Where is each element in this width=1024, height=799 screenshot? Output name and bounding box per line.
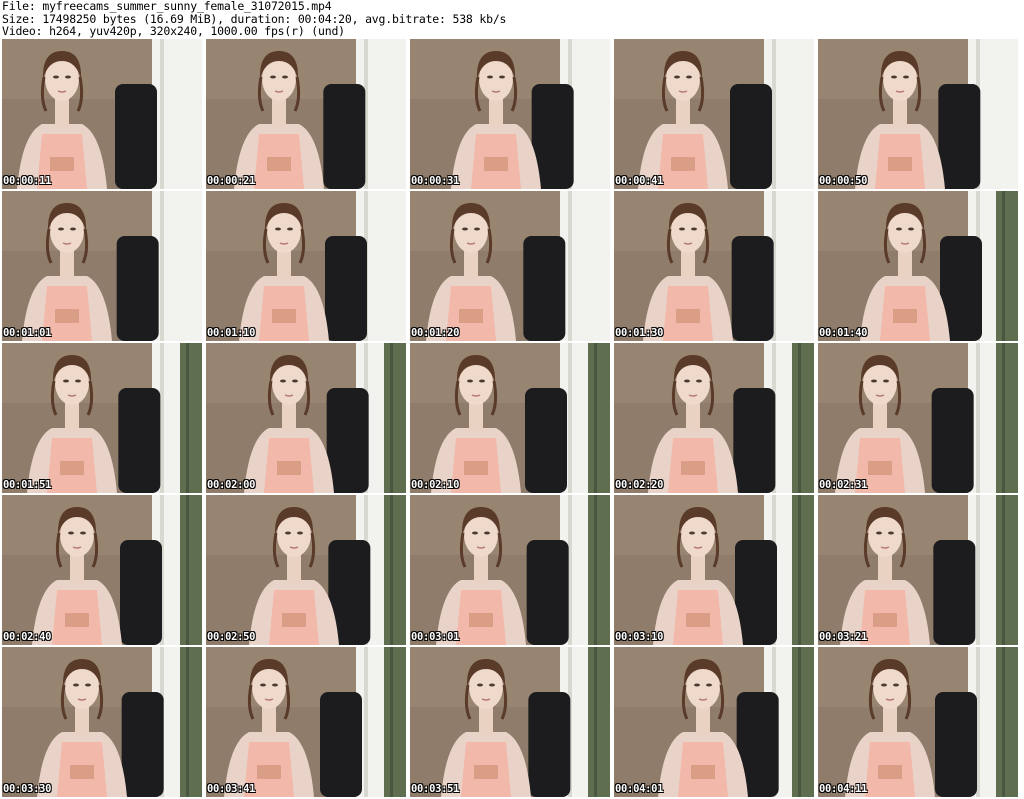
frame-image	[614, 343, 814, 493]
frame-image	[206, 495, 406, 645]
video-thumbnail: 00:01:51	[2, 343, 202, 493]
thumbnail-timestamp: 00:00:11	[3, 175, 52, 187]
thumbnail-timestamp: 00:02:50	[207, 631, 256, 643]
file-info-header: File: myfreecams_summer_sunny_female_310…	[2, 0, 1022, 38]
file-name-line: File: myfreecams_summer_sunny_female_310…	[2, 0, 332, 13]
frame-image	[2, 191, 202, 341]
video-thumbnail: 00:01:20	[410, 191, 610, 341]
thumbnail-timestamp: 00:03:21	[819, 631, 868, 643]
video-thumbnail: 00:01:01	[2, 191, 202, 341]
thumbnail-timestamp: 00:01:40	[819, 327, 868, 339]
thumbnail-timestamp: 00:03:41	[207, 783, 256, 795]
frame-image	[2, 495, 202, 645]
thumbnail-timestamp: 00:02:20	[615, 479, 664, 491]
frame-image	[206, 191, 406, 341]
video-thumbnail: 00:01:30	[614, 191, 814, 341]
thumbnail-timestamp: 00:00:50	[819, 175, 868, 187]
video-thumbnail: 00:00:11	[2, 39, 202, 189]
thumbnail-timestamp: 00:04:01	[615, 783, 664, 795]
thumbnail-timestamp: 00:02:00	[207, 479, 256, 491]
video-thumbnail: 00:03:21	[818, 495, 1018, 645]
thumbnail-timestamp: 00:00:21	[207, 175, 256, 187]
thumbnail-grid: 00:00:11 00:00:21 00:00:31 00:00:41 00:00:50…	[2, 39, 1022, 798]
frame-image	[2, 343, 202, 493]
thumbnail-timestamp: 00:02:31	[819, 479, 868, 491]
thumbnail-timestamp: 00:04:11	[819, 783, 868, 795]
frame-image	[410, 39, 610, 189]
thumbnail-timestamp: 00:01:10	[207, 327, 256, 339]
frame-image	[614, 191, 814, 341]
video-info-line: Video: h264, yuv420p, 320x240, 1000.00 f…	[2, 24, 345, 38]
frame-image	[2, 647, 202, 797]
thumbnail-timestamp: 00:01:51	[3, 479, 52, 491]
thumbnail-timestamp: 00:02:10	[411, 479, 460, 491]
video-thumbnail: 00:02:20	[614, 343, 814, 493]
thumbnail-timestamp: 00:03:01	[411, 631, 460, 643]
video-thumbnail: 00:03:51	[410, 647, 610, 797]
video-thumbnail: 00:02:50	[206, 495, 406, 645]
video-thumbnail: 00:03:30	[2, 647, 202, 797]
frame-image	[410, 191, 610, 341]
frame-image	[206, 39, 406, 189]
video-thumbnail: 00:03:01	[410, 495, 610, 645]
video-thumbnail: 00:00:50	[818, 39, 1018, 189]
video-thumbnail: 00:02:31	[818, 343, 1018, 493]
thumbnail-timestamp: 00:00:31	[411, 175, 460, 187]
frame-image	[614, 647, 814, 797]
video-thumbnail: 00:04:01	[614, 647, 814, 797]
video-thumbnail: 00:00:41	[614, 39, 814, 189]
video-thumbnail: 00:02:40	[2, 495, 202, 645]
video-thumbnail: 00:03:41	[206, 647, 406, 797]
frame-image	[818, 647, 1018, 797]
thumbnail-timestamp: 00:03:30	[3, 783, 52, 795]
frame-image	[818, 495, 1018, 645]
video-thumbnail: 00:00:31	[410, 39, 610, 189]
thumbnail-timestamp: 00:01:01	[3, 327, 52, 339]
frame-image	[410, 647, 610, 797]
frame-image	[410, 495, 610, 645]
video-thumbnail: 00:02:00	[206, 343, 406, 493]
video-thumbnail: 00:01:10	[206, 191, 406, 341]
video-thumbnail: 00:00:21	[206, 39, 406, 189]
video-thumbnail: 00:04:11	[818, 647, 1018, 797]
frame-image	[614, 495, 814, 645]
thumbnail-timestamp: 00:03:51	[411, 783, 460, 795]
video-thumbnail: 00:03:10	[614, 495, 814, 645]
frame-image	[206, 343, 406, 493]
thumbnail-timestamp: 00:02:40	[3, 631, 52, 643]
thumbnail-timestamp: 00:00:41	[615, 175, 664, 187]
thumbnail-timestamp: 00:03:10	[615, 631, 664, 643]
thumbnail-timestamp: 00:01:30	[615, 327, 664, 339]
frame-image	[2, 39, 202, 189]
video-thumbnail: 00:02:10	[410, 343, 610, 493]
frame-image	[410, 343, 610, 493]
frame-image	[614, 39, 814, 189]
thumbnail-timestamp: 00:01:20	[411, 327, 460, 339]
frame-image	[818, 191, 1018, 341]
frame-image	[818, 39, 1018, 189]
frame-image	[206, 647, 406, 797]
video-thumbnail: 00:01:40	[818, 191, 1018, 341]
frame-image	[818, 343, 1018, 493]
